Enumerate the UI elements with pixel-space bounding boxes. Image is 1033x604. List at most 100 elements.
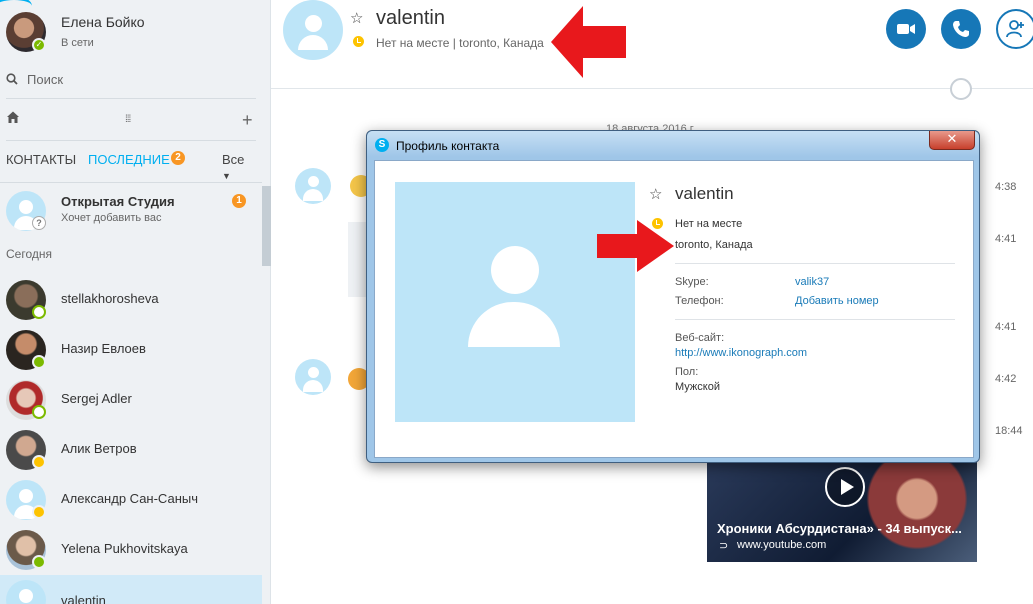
- add-number-link[interactable]: Добавить номер: [795, 295, 879, 307]
- list-item[interactable]: Sergej Adler: [0, 375, 262, 425]
- tab-contacts[interactable]: КОНТАКТЫ: [6, 152, 76, 167]
- list-item[interactable]: stellakhorosheva: [0, 275, 262, 325]
- message-time: 4:38: [995, 181, 1017, 193]
- contact-name: Алик Ветров: [61, 441, 137, 456]
- nav-row: ⁞⁞⁞ +: [6, 110, 256, 130]
- contact-name: valentin: [61, 593, 106, 604]
- favorite-star-icon[interactable]: ☆: [649, 185, 662, 203]
- video-thumbnail: [857, 457, 977, 562]
- unread-badge: 1: [232, 194, 246, 208]
- header-divider: [271, 88, 1033, 89]
- video-camera-icon: [897, 24, 915, 34]
- list-item-selected[interactable]: valentin: [0, 575, 262, 604]
- contact-status: Нет на месте | toronto, Канада: [376, 36, 544, 50]
- video-title: Хроники Абсурдистана» - 34 выпуск...: [717, 521, 962, 536]
- away-status-icon: [32, 455, 46, 469]
- gender-label: Пол:: [675, 366, 699, 378]
- offline-status-icon: [32, 305, 46, 319]
- avatar: [6, 580, 46, 604]
- away-clock-icon: [353, 36, 364, 47]
- list-item[interactable]: Алик Ветров: [0, 425, 262, 475]
- profile-name: valentin: [675, 184, 734, 203]
- search-box[interactable]: Поиск: [6, 70, 256, 88]
- divider: [6, 98, 256, 99]
- favorite-star-icon[interactable]: ☆: [350, 9, 363, 27]
- message-time: 4:42: [995, 373, 1017, 385]
- online-status-icon: [32, 355, 46, 369]
- sidebar: ✓ Елена Бойко В сети Поиск ⁞⁞⁞ + КОНТАКТ…: [0, 0, 271, 604]
- phone-icon: [953, 21, 969, 37]
- request-text: Хочет добавить вас: [61, 212, 162, 224]
- divider: [6, 140, 256, 141]
- filter-dropdown[interactable]: Все ▼: [222, 152, 256, 182]
- message-time: 4:41: [995, 233, 1017, 245]
- section-label-today: Сегодня: [6, 247, 52, 261]
- video-preview[interactable]: Хроники Абсурдистана» - 34 выпуск... ⊃ w…: [707, 457, 977, 562]
- list-item-pending-request[interactable]: ? Открытая Студия Хочет добавить вас 1: [0, 186, 262, 236]
- dialpad-icon[interactable]: ⁞⁞⁞: [125, 110, 131, 130]
- user-status[interactable]: В сети: [61, 37, 94, 49]
- link-icon: ⊃: [719, 540, 729, 552]
- home-icon[interactable]: [6, 110, 20, 130]
- message-time: 18:44: [995, 425, 1023, 437]
- play-button[interactable]: [825, 467, 865, 507]
- close-button[interactable]: ✕: [929, 131, 975, 150]
- profile-location: toronto, Канада: [675, 239, 753, 251]
- list-item[interactable]: Александр Сан-Саныч: [0, 475, 262, 525]
- skype-label: Skype:: [675, 276, 709, 288]
- skype-name-link[interactable]: valik37: [795, 276, 829, 288]
- list-item[interactable]: Yelena Pukhovitskaya: [0, 525, 262, 575]
- profile-status: Нет на месте: [675, 218, 743, 230]
- contact-profile-dialog: S Профиль контакта ✕ ☆ valentin Нет на м…: [366, 130, 980, 463]
- globe-icon[interactable]: [950, 78, 972, 100]
- divider: [675, 263, 955, 264]
- tab-bar: КОНТАКТЫ ПОСЛЕДНИЕ 2 Все ▼: [6, 150, 256, 181]
- contact-name: stellakhorosheva: [61, 291, 159, 306]
- current-user[interactable]: ✓ Елена Бойко В сети: [0, 0, 271, 62]
- contact-name: Назир Евлоев: [61, 341, 146, 356]
- video-call-button[interactable]: [886, 9, 926, 49]
- add-icon[interactable]: +: [242, 110, 253, 130]
- video-url[interactable]: www.youtube.com: [737, 539, 826, 551]
- dialog-title: Профиль контакта: [396, 139, 500, 153]
- scrollbar[interactable]: [262, 186, 271, 266]
- message-avatar: [295, 359, 331, 395]
- skype-logo-icon: S: [375, 138, 389, 152]
- message-bubble: [348, 222, 368, 297]
- add-participants-button[interactable]: [996, 9, 1033, 49]
- contact-name: Открытая Студия: [61, 194, 175, 209]
- contact-name: Александр Сан-Саныч: [61, 491, 198, 506]
- dialog-titlebar[interactable]: S Профиль контакта ✕: [367, 131, 979, 157]
- tab-recent[interactable]: ПОСЛЕДНИЕ: [88, 152, 170, 167]
- contact-name[interactable]: valentin: [376, 7, 445, 30]
- contact-name: Sergej Adler: [61, 391, 132, 406]
- filter-label: Все: [222, 152, 245, 167]
- divider: [675, 319, 955, 320]
- away-status-icon: [32, 505, 46, 519]
- message-avatar: [295, 168, 331, 204]
- phone-label: Телефон:: [675, 295, 724, 307]
- search-icon: [6, 73, 18, 85]
- website-link[interactable]: http://www.ikonograph.com: [675, 347, 807, 359]
- add-person-icon: [1006, 20, 1024, 38]
- website-label: Веб-сайт:: [675, 332, 725, 344]
- contact-name: Yelena Pukhovitskaya: [61, 541, 188, 556]
- list-item[interactable]: Назир Евлоев: [0, 325, 262, 375]
- pending-question-icon: ?: [32, 216, 46, 230]
- online-status-icon: [32, 555, 46, 569]
- red-arrow-annotation: [597, 220, 674, 272]
- dialog-body: ☆ valentin Нет на месте toronto, Канада …: [374, 160, 974, 458]
- contact-avatar[interactable]: [283, 0, 343, 60]
- user-name: Елена Бойко: [61, 14, 145, 30]
- red-arrow-annotation: [551, 6, 626, 78]
- gender-value: Мужской: [675, 381, 720, 393]
- profile-photo: [395, 182, 635, 422]
- recent-count-badge: 2: [171, 151, 185, 165]
- message-time: 4:41: [995, 321, 1017, 333]
- search-label: Поиск: [27, 71, 64, 87]
- chevron-down-icon: ▼: [222, 171, 231, 181]
- online-check-icon: ✓: [32, 38, 46, 52]
- audio-call-button[interactable]: [941, 9, 981, 49]
- divider: [0, 182, 262, 183]
- offline-status-icon: [32, 405, 46, 419]
